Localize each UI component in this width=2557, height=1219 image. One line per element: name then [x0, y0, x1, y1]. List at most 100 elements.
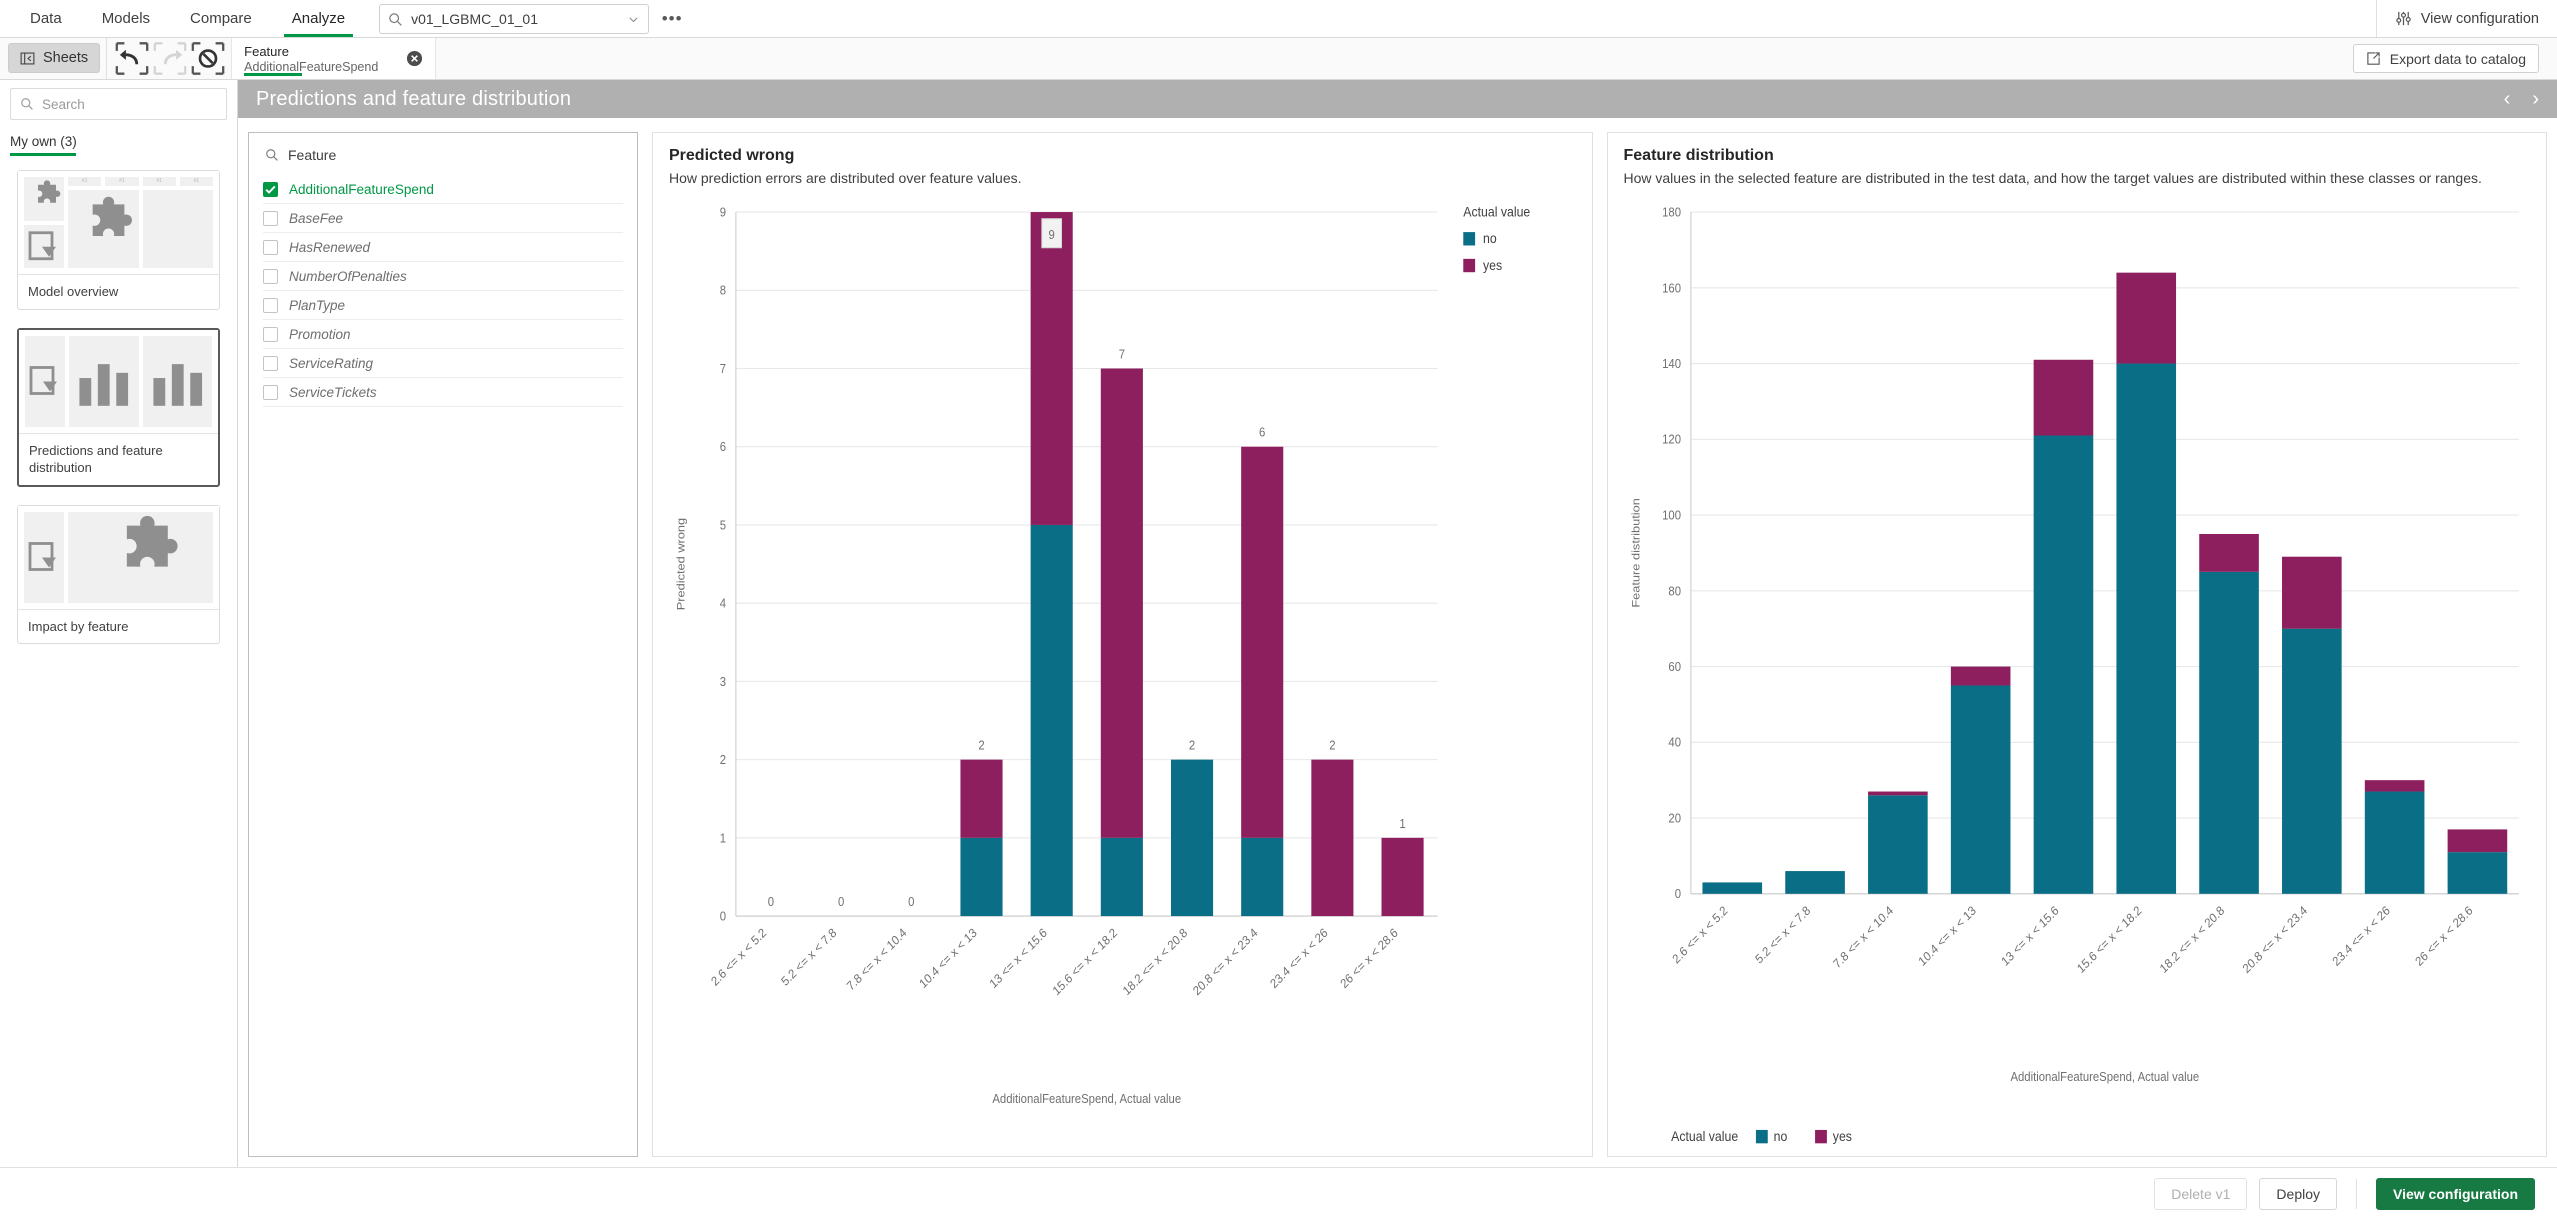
panel-collapse-icon — [20, 51, 35, 66]
svg-text:2.6 <= x < 5.2: 2.6 <= x < 5.2 — [708, 925, 769, 989]
step-back-button[interactable] — [113, 38, 151, 79]
svg-text:13 <= x < 15.6: 13 <= x < 15.6 — [1998, 903, 2061, 969]
close-circle-icon — [406, 50, 423, 67]
checkbox-icon[interactable] — [263, 210, 278, 226]
step-forward-button[interactable] — [151, 38, 189, 79]
sheet-canvas: Feature AdditionalFeatureSpend BaseFee H… — [238, 118, 2557, 1167]
svg-text:2.6 <= x < 5.2: 2.6 <= x < 5.2 — [1669, 903, 1730, 967]
clear-all-selections-button[interactable] — [189, 38, 227, 79]
checkbox-checked-icon[interactable] — [263, 181, 278, 197]
body-region: Search My own (3) #1 #1 #1 #1 Model over… — [0, 80, 2557, 1167]
list-item[interactable]: AdditionalFeatureSpend — [263, 175, 623, 204]
search-icon[interactable] — [265, 148, 279, 162]
chevron-down-icon[interactable] — [627, 13, 640, 26]
list-item-label: ServiceRating — [289, 355, 374, 371]
svg-text:Actual value: Actual value — [1463, 204, 1530, 220]
filter-icon — [24, 511, 64, 603]
list-item[interactable]: PlanType — [263, 291, 623, 320]
more-options-button[interactable]: ••• — [657, 4, 687, 34]
sheets-tab-row: My own (3) — [0, 124, 237, 156]
tab-analyze[interactable]: Analyze — [272, 0, 365, 37]
bar-chart-icon — [142, 335, 212, 427]
list-item-label: Promotion — [289, 326, 351, 342]
tab-my-own[interactable]: My own (3) — [0, 124, 77, 156]
tab-data[interactable]: Data — [10, 0, 82, 37]
checkbox-icon[interactable] — [263, 326, 278, 342]
main-tabs: Data Models Compare Analyze — [0, 0, 365, 37]
list-item[interactable]: BaseFee — [263, 204, 623, 233]
page-title: Predictions and feature distribution — [256, 87, 572, 110]
view-configuration-button[interactable]: View configuration — [2376, 1177, 2535, 1210]
sheet-card-impact-by-feature[interactable]: Impact by feature — [17, 504, 220, 645]
svg-text:yes: yes — [1483, 257, 1503, 273]
tab-my-own-label: My own (3) — [10, 134, 77, 149]
sheets-search-input[interactable]: Search — [10, 88, 227, 120]
sheets-toggle-label: Sheets — [43, 50, 89, 66]
checkbox-icon[interactable] — [263, 297, 278, 313]
clear-selection-button[interactable] — [406, 50, 423, 67]
tab-compare[interactable]: Compare — [170, 0, 272, 37]
export-data-to-catalog-button[interactable]: Export data to catalog — [2352, 44, 2539, 73]
svg-text:0: 0 — [838, 894, 845, 909]
feature-distribution-chart[interactable]: 0 20 40 60 80 100 120 140 160 180 2.6 <= x < 5.2 5.… — [1608, 192, 2547, 1156]
svg-text:7: 7 — [720, 361, 727, 376]
svg-text:0: 0 — [908, 894, 915, 909]
svg-text:AdditionalFeatureSpend, Actual: AdditionalFeatureSpend, Actual value — [992, 1092, 1181, 1107]
list-item-label: PlanType — [289, 297, 346, 313]
svg-text:100: 100 — [1662, 508, 1681, 523]
checkbox-icon[interactable] — [263, 239, 278, 255]
active-selection-chip[interactable]: Feature AdditionalFeatureSpend — [231, 38, 437, 79]
model-version-value: v01_LGBMC_01_01 — [411, 11, 538, 27]
deploy-button[interactable]: Deploy — [2259, 1177, 2338, 1210]
view-configuration-top-button[interactable]: View configuration — [2376, 0, 2557, 37]
list-item[interactable]: ServiceRating — [263, 349, 623, 378]
svg-text:5.2 <= x < 7.8: 5.2 <= x < 7.8 — [1752, 903, 1813, 967]
list-item[interactable]: ServiceTickets — [263, 378, 623, 407]
list-item[interactable]: Promotion — [263, 320, 623, 349]
tab-models[interactable]: Models — [82, 0, 170, 37]
view-configuration-label: View configuration — [2393, 1185, 2518, 1202]
checkbox-icon[interactable] — [263, 268, 278, 284]
thumb-right-area: #1 #1 #1 #1 — [68, 177, 213, 268]
svg-text:no: no — [1773, 1128, 1787, 1144]
sheet-card-model-overview[interactable]: #1 #1 #1 #1 Model overview — [17, 170, 220, 310]
svg-text:160: 160 — [1662, 281, 1681, 296]
view-configuration-top-label: View configuration — [2420, 10, 2539, 27]
feature-filter-title: Feature — [288, 147, 337, 163]
deploy-label: Deploy — [2276, 1185, 2321, 1202]
active-selection-field: Feature — [244, 43, 289, 59]
export-icon — [2366, 51, 2381, 66]
thumb-kpi-row: #1 #1 #1 #1 — [68, 177, 213, 186]
predicted-wrong-chart[interactable]: 0 1 2 3 4 5 6 7 8 9 0 2.6 <= x < 5.2 0 5.2 <= x < 7.8… — [653, 192, 1592, 1156]
svg-text:120: 120 — [1662, 432, 1681, 447]
sheets-list: #1 #1 #1 #1 Model overview Predictions a… — [0, 156, 237, 1167]
checkbox-icon[interactable] — [263, 384, 278, 400]
list-item-label: ServiceTickets — [289, 384, 377, 400]
svg-text:80: 80 — [1668, 584, 1681, 599]
svg-text:18.2 <= x < 20.8: 18.2 <= x < 20.8 — [2157, 903, 2227, 976]
feature-distribution-subtitle: How values in the selected feature are d… — [1623, 170, 2482, 186]
sheet-pager: ‹ › — [2504, 89, 2539, 109]
svg-text:8: 8 — [720, 283, 727, 298]
list-item[interactable]: NumberOfPenalties — [263, 262, 623, 291]
svg-text:180: 180 — [1662, 205, 1681, 220]
svg-text:0: 0 — [1674, 887, 1681, 902]
svg-text:4: 4 — [720, 596, 727, 611]
svg-text:13 <= x < 15.6: 13 <= x < 15.6 — [987, 925, 1050, 991]
sheet-card-predictions-and-feature-distribution[interactable]: Predictions and feature distribution — [17, 327, 220, 487]
sheet-title-bar: Predictions and feature distribution ‹ › — [238, 80, 2557, 118]
sheets-toggle-button[interactable]: Sheets — [8, 43, 101, 73]
checkbox-icon[interactable] — [263, 355, 278, 371]
model-version-select[interactable]: v01_LGBMC_01_01 — [379, 4, 650, 34]
previous-sheet-icon[interactable]: ‹ — [2504, 89, 2511, 109]
list-item[interactable]: HasRenewed — [263, 233, 623, 262]
svg-text:20.8 <= x < 23.4: 20.8 <= x < 23.4 — [2239, 903, 2309, 976]
svg-text:0: 0 — [720, 909, 727, 924]
svg-text:3: 3 — [720, 674, 727, 689]
svg-text:26 <= x < 28.6: 26 <= x < 28.6 — [2412, 903, 2475, 969]
svg-text:2: 2 — [1189, 738, 1196, 753]
next-sheet-icon[interactable]: › — [2532, 89, 2539, 109]
delete-version-button[interactable]: Delete v1 — [2154, 1177, 2248, 1210]
footer-bar: Delete v1 Deploy View configuration — [0, 1167, 2557, 1219]
filter-icon — [25, 335, 65, 427]
